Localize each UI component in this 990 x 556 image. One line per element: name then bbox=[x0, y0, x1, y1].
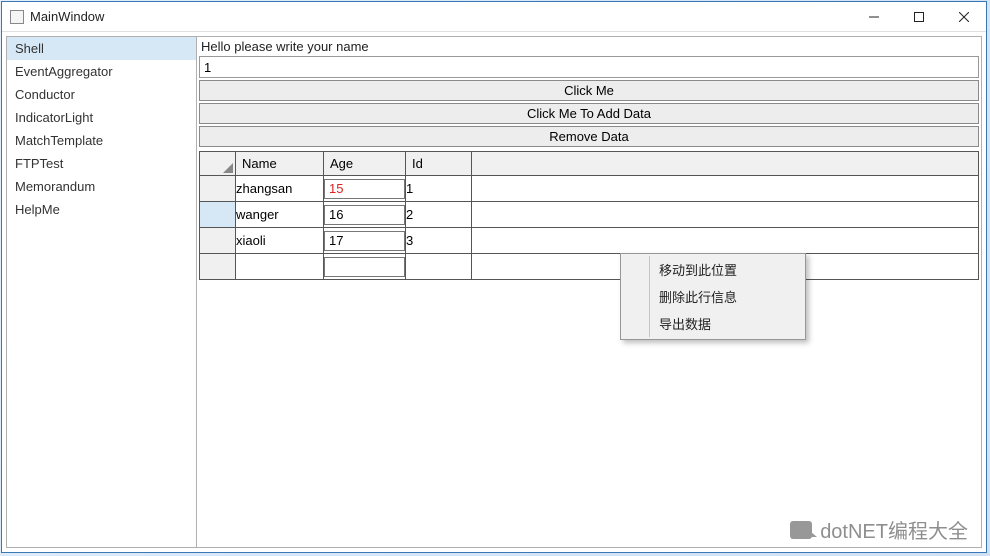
maximize-button[interactable] bbox=[896, 2, 941, 31]
sidebar-item-label: IndicatorLight bbox=[15, 110, 93, 125]
sidebar-item-label: Conductor bbox=[15, 87, 75, 102]
header-row: Name Age Id bbox=[200, 152, 979, 176]
sidebar-item-memorandum[interactable]: Memorandum bbox=[7, 175, 196, 198]
cell-age[interactable]: 16 bbox=[324, 202, 406, 228]
cell-name[interactable]: xiaoli bbox=[236, 228, 324, 254]
row-header[interactable] bbox=[200, 254, 236, 280]
corner-triangle-icon bbox=[223, 163, 233, 173]
cell-name[interactable] bbox=[236, 254, 324, 280]
sidebar-item-eventaggregator[interactable]: EventAggregator bbox=[7, 60, 196, 83]
client-area: Shell EventAggregator Conductor Indicato… bbox=[6, 36, 982, 548]
column-header-spacer bbox=[472, 152, 979, 176]
sidebar-item-label: Shell bbox=[15, 41, 44, 56]
sidebar-item-label: Memorandum bbox=[15, 179, 95, 194]
sidebar-item-shell[interactable]: Shell bbox=[7, 37, 196, 60]
minimize-button[interactable] bbox=[851, 2, 896, 31]
title-bar[interactable]: MainWindow bbox=[2, 2, 986, 32]
remove-data-button[interactable]: Remove Data bbox=[199, 126, 979, 147]
table-row[interactable]: xiaoli 17 3 bbox=[200, 228, 979, 254]
cell-id[interactable] bbox=[406, 254, 472, 280]
cell-age[interactable] bbox=[324, 254, 406, 280]
select-all-corner[interactable] bbox=[200, 152, 236, 176]
cell-id[interactable]: 2 bbox=[406, 202, 472, 228]
click-me-button[interactable]: Click Me bbox=[199, 80, 979, 101]
watermark: dotNET编程大全 bbox=[790, 515, 968, 544]
cell-name[interactable]: wanger bbox=[236, 202, 324, 228]
sidebar-item-matchtemplate[interactable]: MatchTemplate bbox=[7, 129, 196, 152]
cell-age[interactable]: 17 bbox=[324, 228, 406, 254]
age-value[interactable]: 15 bbox=[324, 179, 405, 199]
sidebar-item-label: FTPTest bbox=[15, 156, 63, 171]
column-header-name[interactable]: Name bbox=[236, 152, 324, 176]
sidebar-item-conductor[interactable]: Conductor bbox=[7, 83, 196, 106]
sidebar: Shell EventAggregator Conductor Indicato… bbox=[7, 37, 197, 547]
add-data-button[interactable]: Click Me To Add Data bbox=[199, 103, 979, 124]
main-panel: Hello please write your name Click Me Cl… bbox=[197, 37, 981, 547]
ctx-item-export-data[interactable]: 导出数据 bbox=[623, 310, 803, 337]
name-input[interactable] bbox=[199, 56, 979, 78]
age-value[interactable]: 16 bbox=[324, 205, 405, 225]
table-row[interactable]: zhangsan 15 1 bbox=[200, 176, 979, 202]
sidebar-item-helpme[interactable]: HelpMe bbox=[7, 198, 196, 221]
cell-id[interactable]: 1 bbox=[406, 176, 472, 202]
cell-id[interactable]: 3 bbox=[406, 228, 472, 254]
sidebar-item-ftptest[interactable]: FTPTest bbox=[7, 152, 196, 175]
row-header[interactable] bbox=[200, 202, 236, 228]
context-menu: 移动到此位置 删除此行信息 导出数据 bbox=[620, 253, 806, 340]
sidebar-item-label: MatchTemplate bbox=[15, 133, 103, 148]
watermark-text: dotNET编程大全 bbox=[820, 515, 968, 544]
window-title: MainWindow bbox=[30, 9, 851, 24]
table-row[interactable]: wanger 16 2 bbox=[200, 202, 979, 228]
window-buttons bbox=[851, 2, 986, 31]
cell-name[interactable]: zhangsan bbox=[236, 176, 324, 202]
column-header-age[interactable]: Age bbox=[324, 152, 406, 176]
cell-spacer bbox=[472, 202, 979, 228]
cell-spacer bbox=[472, 228, 979, 254]
new-row[interactable] bbox=[200, 254, 979, 280]
row-header[interactable] bbox=[200, 228, 236, 254]
data-grid[interactable]: Name Age Id zhangsan 15 1 bbox=[199, 151, 979, 280]
ctx-item-delete-row[interactable]: 删除此行信息 bbox=[623, 283, 803, 310]
sidebar-item-label: HelpMe bbox=[15, 202, 60, 217]
app-icon bbox=[10, 10, 24, 24]
main-window: MainWindow Shell EventAggregator Conduct… bbox=[1, 1, 987, 553]
ctx-item-move-here[interactable]: 移动到此位置 bbox=[623, 256, 803, 283]
column-header-id[interactable]: Id bbox=[406, 152, 472, 176]
age-value[interactable]: 17 bbox=[324, 231, 405, 251]
cell-spacer bbox=[472, 176, 979, 202]
row-header[interactable] bbox=[200, 176, 236, 202]
sidebar-item-label: EventAggregator bbox=[15, 64, 113, 79]
prompt-label: Hello please write your name bbox=[197, 37, 981, 56]
sidebar-item-indicatorlight[interactable]: IndicatorLight bbox=[7, 106, 196, 129]
close-button[interactable] bbox=[941, 2, 986, 31]
wechat-icon bbox=[790, 521, 812, 539]
menu-gutter bbox=[649, 256, 650, 337]
cell-age[interactable]: 15 bbox=[324, 176, 406, 202]
age-value[interactable] bbox=[324, 257, 405, 277]
